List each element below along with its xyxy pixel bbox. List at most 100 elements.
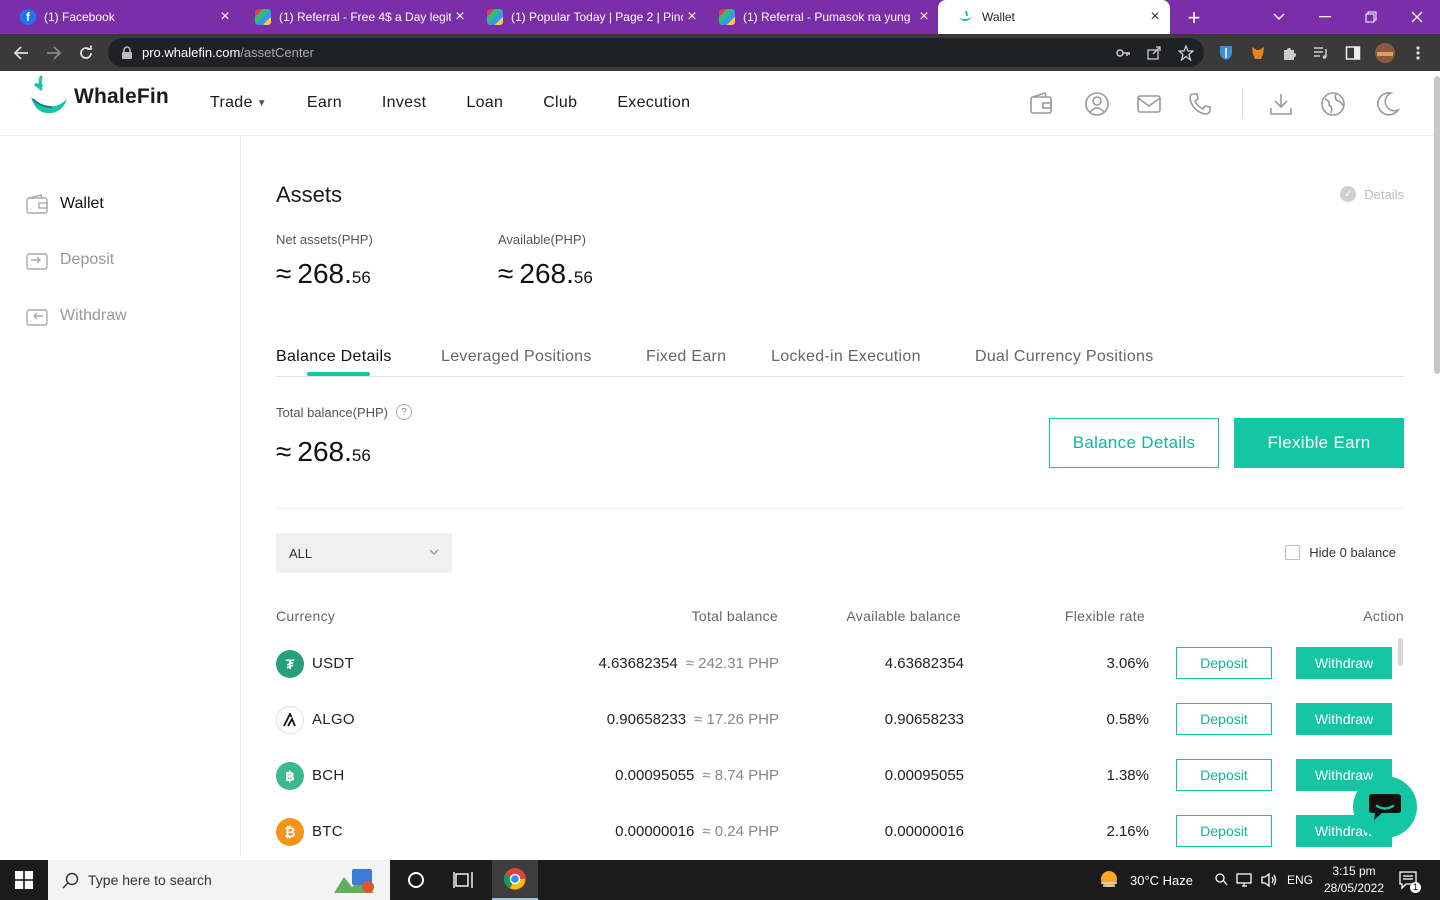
pinwheel-icon [255, 9, 271, 25]
whalefin-icon [958, 9, 974, 25]
tab-locked-in-execution[interactable]: Locked-in Execution [771, 348, 921, 366]
whalefin-logo[interactable]: WhaleFin [30, 75, 169, 119]
taskbar-chrome-icon[interactable] [492, 860, 538, 900]
bitwarden-icon[interactable] [1215, 42, 1237, 64]
sidebar-item-wallet[interactable]: Wallet [26, 194, 104, 214]
language-globe-icon[interactable] [1320, 91, 1346, 117]
browser-tab-facebook[interactable]: f (1) Facebook × [0, 0, 240, 34]
close-tab-icon[interactable]: × [915, 8, 933, 26]
tab-balance-details[interactable]: Balance Details [276, 348, 392, 366]
minimize-icon[interactable] [1302, 0, 1348, 34]
header-action: Action [1363, 608, 1404, 624]
dark-mode-moon-icon[interactable] [1374, 91, 1400, 117]
windows-logo-icon [15, 871, 33, 889]
wallet-icon[interactable] [1028, 91, 1054, 117]
address-bar[interactable]: pro.whalefin.com/assetCenter [108, 38, 1204, 67]
reload-icon[interactable] [73, 40, 99, 66]
windows-start-button[interactable] [0, 860, 48, 900]
deposit-button[interactable]: Deposit [1176, 647, 1272, 679]
cortana-icon[interactable] [394, 860, 438, 900]
bookmark-star-icon[interactable] [1175, 42, 1197, 64]
page-title: Assets [276, 182, 343, 207]
hide-zero-checkbox[interactable] [1285, 545, 1301, 560]
btc-coin-icon: ₿ [276, 818, 304, 846]
restore-icon[interactable] [1348, 0, 1394, 34]
back-icon[interactable] [8, 40, 34, 66]
close-window-icon[interactable] [1394, 0, 1440, 34]
page-scrollbar[interactable] [1434, 76, 1440, 374]
nav-invest[interactable]: Invest [382, 94, 427, 112]
new-tab-icon[interactable]: + [1182, 5, 1206, 31]
header-currency: Currency [276, 608, 336, 624]
input-language[interactable]: ENG [1287, 860, 1313, 900]
tab-leveraged-positions[interactable]: Leveraged Positions [441, 348, 592, 366]
extensions-puzzle-icon[interactable] [1279, 42, 1301, 64]
user-account-icon[interactable] [1084, 91, 1110, 117]
network-icon[interactable] [1236, 872, 1254, 888]
notifications-icon[interactable]: 1 [1398, 860, 1421, 900]
chevron-down-icon [429, 549, 439, 555]
sidebar-item-withdraw[interactable]: Withdraw [26, 306, 127, 326]
share-icon[interactable] [1143, 42, 1165, 64]
people-icon[interactable] [1214, 872, 1228, 888]
key-icon[interactable] [1112, 42, 1134, 64]
media-queue-icon[interactable] [1310, 42, 1332, 64]
nav-trade[interactable]: Trade ▼ [210, 94, 267, 112]
currency-filter-select[interactable]: ALL [276, 533, 452, 573]
weather-widget[interactable]: 30°C Haze [1098, 860, 1193, 900]
task-view-icon[interactable] [441, 860, 485, 900]
nav-club[interactable]: Club [543, 94, 577, 112]
nav-loan[interactable]: Loan [466, 94, 503, 112]
deposit-button[interactable]: Deposit [1176, 815, 1272, 847]
check-circle-icon: ✓ [1340, 186, 1357, 202]
taskbar-search-input[interactable]: Type here to search [48, 860, 390, 900]
mail-icon[interactable] [1136, 91, 1162, 117]
total-balance-value: ≈268. 56 [276, 436, 371, 467]
withdraw-button[interactable]: Withdraw [1296, 647, 1392, 679]
flexible-earn-button[interactable]: Flexible Earn [1234, 418, 1404, 468]
hide-zero-balance-toggle[interactable]: Hide 0 balance [1285, 545, 1396, 560]
nav-execution[interactable]: Execution [617, 94, 690, 112]
main-content: Assets ✓ Details Net assets(PHP) ≈268. 56… [276, 136, 1404, 856]
close-tab-icon[interactable]: × [1146, 8, 1164, 26]
available-value: ≈268. 56 [498, 258, 593, 289]
support-chat-button[interactable] [1353, 776, 1417, 838]
metamask-icon[interactable] [1247, 42, 1269, 64]
details-link[interactable]: ✓ Details [1340, 186, 1404, 202]
table-scrollbar[interactable] [1398, 638, 1403, 666]
tab-dual-currency-positions[interactable]: Dual Currency Positions [975, 348, 1154, 366]
phone-icon[interactable] [1187, 91, 1213, 117]
usdt-coin-icon: ₮ [276, 650, 304, 678]
browser-tab-popular[interactable]: (1) Popular Today | Page 2 | Pinoy × [467, 0, 707, 34]
algo-coin-icon [276, 706, 304, 734]
volume-icon[interactable] [1260, 872, 1278, 888]
notification-count-badge: 1 [1410, 882, 1421, 893]
available-label: Available(PHP) [498, 232, 586, 247]
withdraw-button[interactable]: Withdraw [1296, 703, 1392, 735]
tab-fixed-earn[interactable]: Fixed Earn [646, 348, 726, 366]
header-flexible-rate: Flexible rate [1064, 608, 1145, 624]
browser-tab-referral-2[interactable]: (1) Referral - Pumasok na yung × [699, 0, 939, 34]
search-highlight-icon [334, 869, 374, 893]
whale-logo-icon [31, 75, 67, 114]
download-icon[interactable] [1268, 91, 1294, 117]
deposit-button[interactable]: Deposit [1176, 759, 1272, 791]
windows-taskbar: Type here to search 30°C Haze ENG 3:15 p… [0, 860, 1440, 900]
deposit-button[interactable]: Deposit [1176, 703, 1272, 735]
tab-search-icon[interactable] [1256, 0, 1302, 34]
help-icon[interactable]: ? [396, 404, 412, 420]
side-panel-icon[interactable] [1342, 42, 1364, 64]
forward-icon[interactable] [41, 40, 67, 66]
close-tab-icon[interactable]: × [216, 8, 234, 26]
browser-tab-referral[interactable]: (1) Referral - Free 4$ a Day legit - × [235, 0, 475, 34]
taskbar-clock[interactable]: 3:15 pm 28/05/2022 [1318, 863, 1390, 897]
browser-tab-wallet[interactable]: Wallet × [938, 0, 1170, 34]
table-row: ALGO 0.90658233 ≈ 17.26 PHP 0.90658233 0.… [276, 698, 1404, 746]
total-balance-label: Total balance(PHP) ? [276, 404, 412, 420]
browser-menu-icon[interactable] [1407, 42, 1429, 64]
profile-avatar[interactable] [1374, 42, 1396, 64]
positions-tabs: Balance Details Leveraged Positions Fixe… [276, 344, 1404, 377]
nav-earn[interactable]: Earn [307, 94, 342, 112]
balance-details-button[interactable]: Balance Details [1049, 418, 1219, 468]
sidebar-item-deposit[interactable]: Deposit [26, 250, 114, 270]
